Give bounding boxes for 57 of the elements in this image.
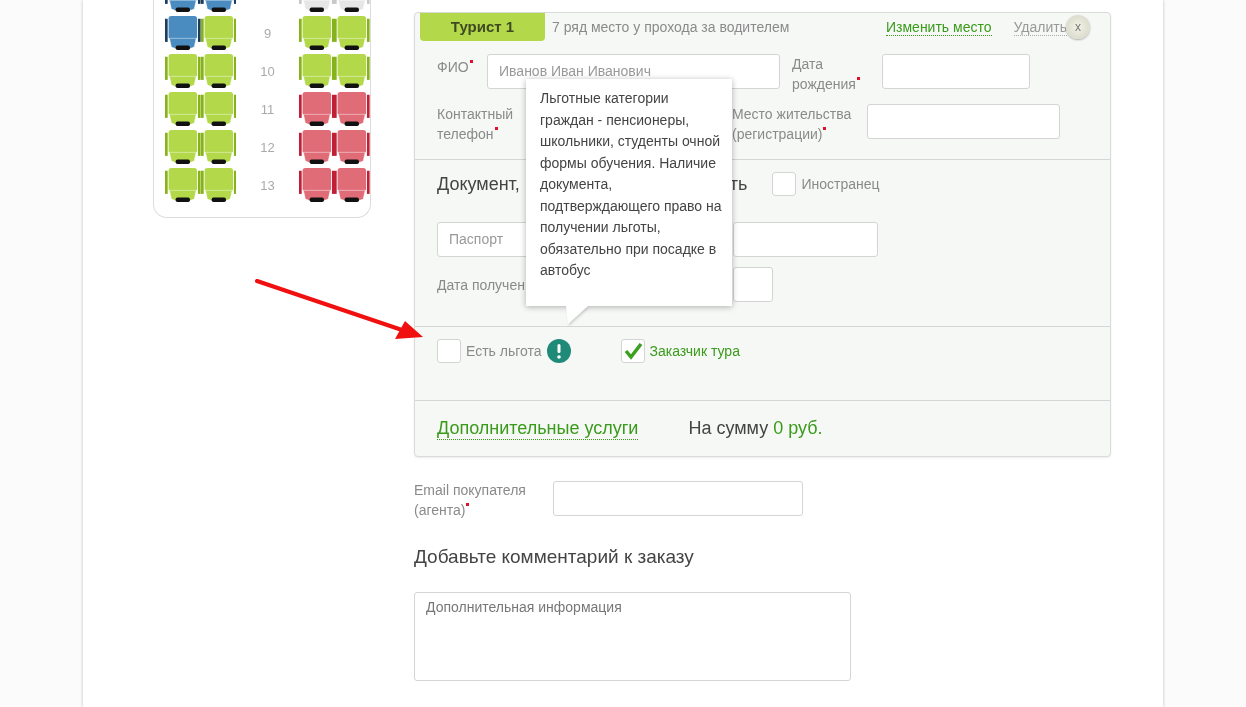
seat-icon[interactable] — [200, 90, 237, 128]
row-number: 9 — [262, 25, 273, 41]
field-label: Дата рождения — [792, 54, 882, 94]
option-label: Заказчик тура — [649, 343, 740, 359]
row-number: 13 — [259, 177, 276, 193]
seat-icon[interactable] — [165, 166, 201, 204]
tourist-tab[interactable]: Турист 1 — [420, 13, 545, 41]
tooltip-tail — [566, 306, 588, 324]
info-icon[interactable] — [546, 339, 571, 363]
field-label: Дата получен — [437, 275, 526, 295]
row-number: 12 — [259, 139, 276, 155]
field-label: Контактный телефон — [437, 105, 515, 144]
seat-icon[interactable] — [200, 52, 237, 90]
seat-icon[interactable] — [298, 90, 335, 128]
seat-icon[interactable] — [200, 14, 237, 52]
tooltip: Льготные категории граждан - пенсионеры, школьники, студенты очной формы обучения. Наличие документа, подтверждающего право на получении льготы, обязательно при посадке в автобус — [526, 79, 732, 306]
issue-date-field[interactable] — [733, 267, 773, 302]
sum-label: На сумму — [688, 418, 769, 439]
field-label: Место жительства (регистрации) — [732, 105, 853, 144]
row-number: 10 — [259, 63, 276, 79]
seat-icon[interactable] — [334, 166, 370, 204]
seat-icon[interactable] — [298, 52, 335, 90]
seat-icon[interactable] — [200, 128, 237, 166]
row-number: 11 — [259, 101, 276, 117]
seat-icon[interactable] — [334, 128, 370, 166]
sum-value: 0 руб. — [773, 418, 823, 439]
residence-field[interactable] — [867, 104, 1060, 139]
field-label: ФИО — [437, 54, 487, 77]
document-heading: Документ, — [437, 173, 520, 195]
document-heading: ть — [729, 173, 748, 195]
change-seat-link[interactable]: Изменить место — [886, 18, 992, 36]
delete-link[interactable]: Удалить — [1013, 18, 1067, 36]
document-number-field[interactable] — [733, 222, 878, 257]
seat-icon[interactable] — [165, 128, 201, 166]
seat-icon[interactable] — [165, 14, 201, 52]
seat-icon[interactable] — [165, 52, 201, 90]
email-label: Email покупателя (агента) — [414, 481, 527, 520]
close-button[interactable]: x — [1065, 15, 1090, 39]
option-checkbox[interactable] — [620, 339, 645, 363]
birth-date-field[interactable] — [882, 54, 1030, 89]
seat-icon[interactable] — [298, 14, 335, 52]
seat-icon[interactable] — [334, 90, 370, 128]
seat-icon[interactable] — [334, 14, 370, 52]
seat-icon[interactable] — [334, 52, 370, 90]
seat-icon[interactable] — [298, 166, 335, 204]
seat-description: 7 ряд место у прохода за водителем — [552, 19, 791, 35]
seat-icon[interactable] — [165, 90, 201, 128]
option-checkbox[interactable] — [437, 339, 461, 363]
seat-icon[interactable] — [200, 166, 237, 204]
foreigner-checkbox[interactable] — [772, 172, 797, 196]
option-label: Есть льгота — [466, 343, 542, 359]
email-field[interactable] — [553, 481, 803, 516]
comment-heading: Добавьте комментарий к заказу — [414, 546, 695, 568]
foreigner-label: Иностранец — [801, 176, 880, 192]
seat-icon[interactable] — [298, 128, 335, 166]
comment-field[interactable]: Дополнительная информация — [414, 592, 851, 681]
extra-services-link[interactable]: Дополнительные услуги — [437, 417, 639, 440]
